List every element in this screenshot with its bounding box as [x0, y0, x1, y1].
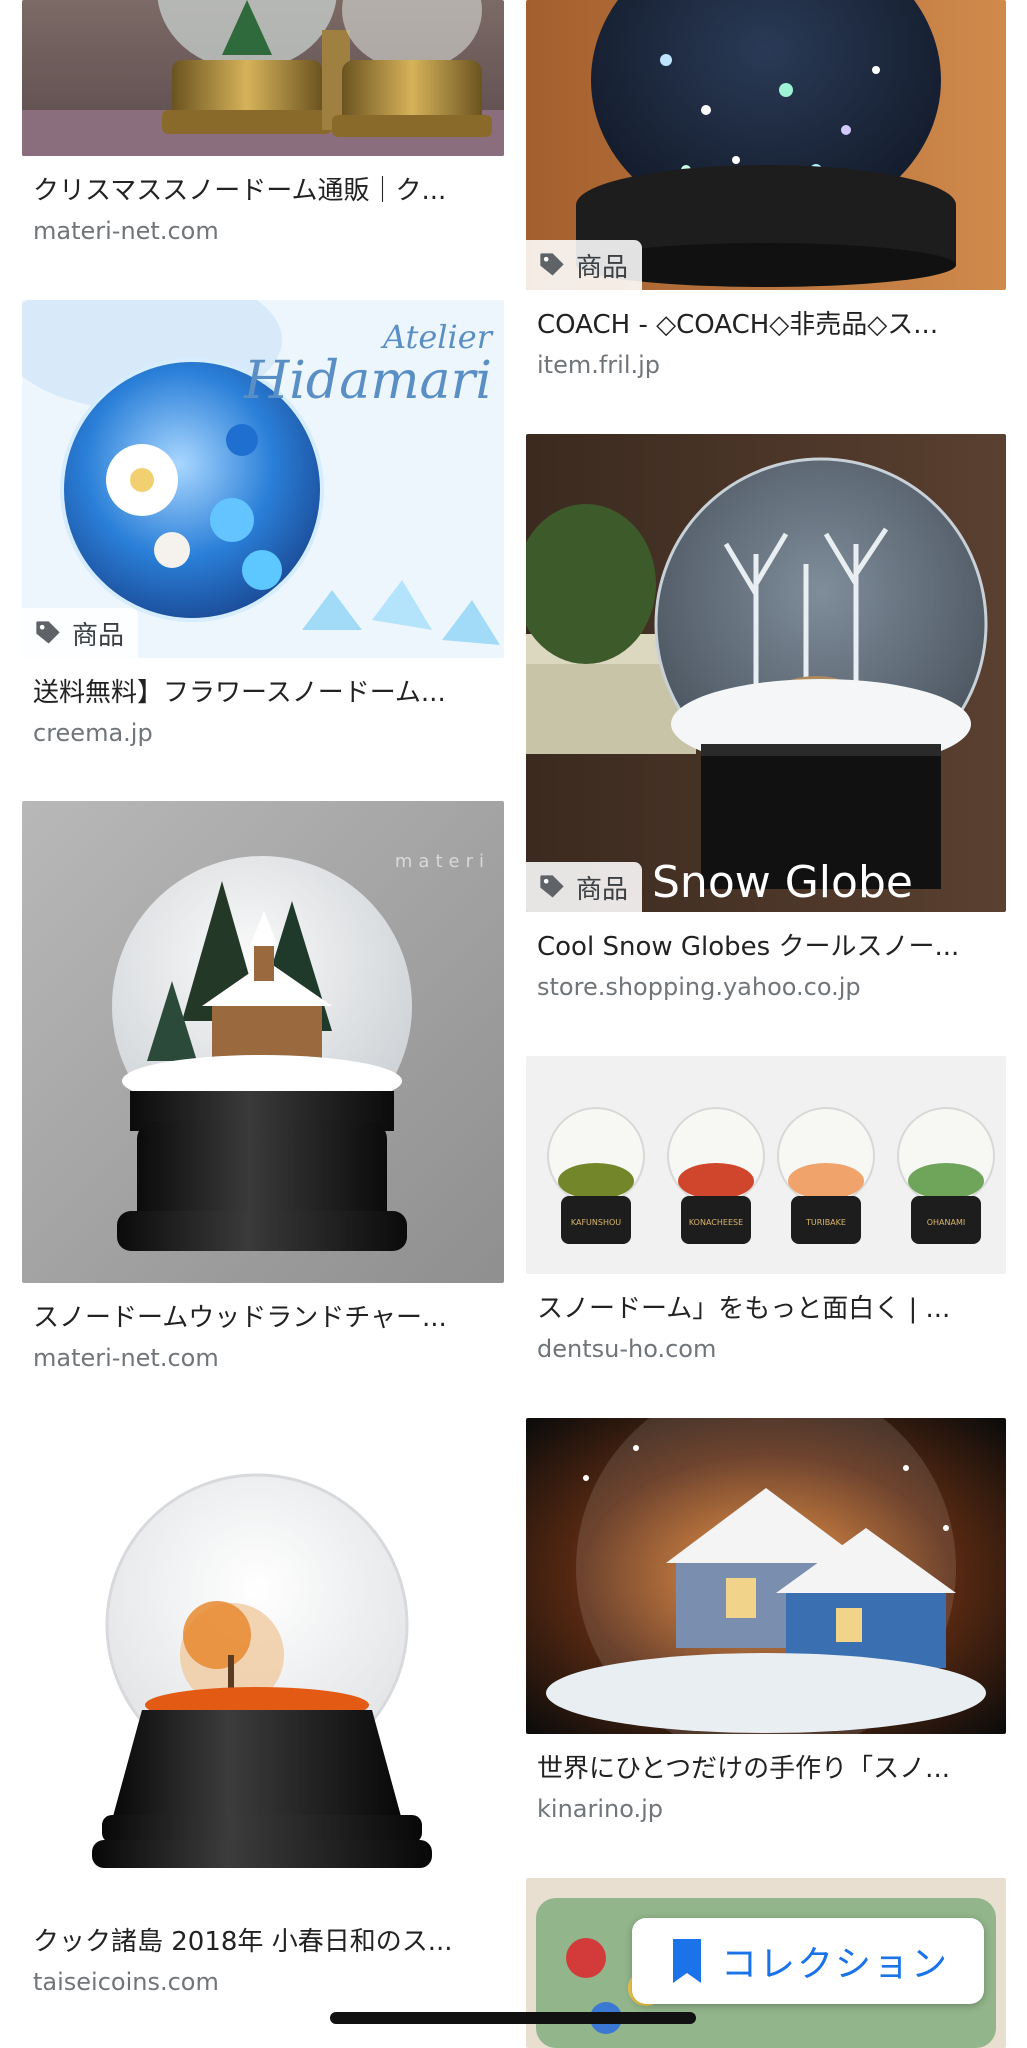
result-card[interactable]: 世界にひとつだけの手作り「スノ... kinarino.jp — [526, 1418, 1006, 1824]
snow-globe-image — [22, 801, 504, 1283]
plaque-label: KONACHEESE — [688, 1218, 744, 1227]
image-watermark: materi — [394, 851, 490, 872]
product-badge: 商品 — [526, 240, 643, 290]
result-title[interactable]: クック諸島 2018年 小春日和のス... — [33, 1925, 493, 1959]
collection-button[interactable]: コレクション — [632, 1918, 984, 2004]
tag-icon — [540, 253, 564, 276]
result-source: dentsu-ho.com — [537, 1335, 717, 1363]
result-card[interactable]: クリスマススノードーム通販｜ク... materi-net.com — [22, 0, 504, 246]
home-indicator[interactable] — [330, 2012, 696, 2024]
snow-globe-image — [22, 0, 504, 156]
result-thumbnail[interactable] — [22, 1425, 504, 1907]
product-badge: 商品 — [22, 608, 139, 658]
result-card[interactable]: クック諸島 2018年 小春日和のス... taiseicoins.com — [22, 1425, 504, 1997]
result-card[interactable]: Atelier Hidamari 商品 送料無料】フラワースノードーム... c… — [22, 300, 504, 748]
result-thumbnail[interactable]: materi — [22, 801, 504, 1283]
result-title[interactable]: Cool Snow Globes クールスノー... — [537, 930, 995, 964]
plaque-label: OHANAMI — [926, 1218, 966, 1227]
deer-globe-image — [526, 434, 1006, 912]
tag-icon — [36, 621, 60, 644]
result-title[interactable]: 世界にひとつだけの手作り「スノ... — [537, 1752, 995, 1786]
tag-icon — [540, 875, 564, 898]
result-card[interactable]: materi スノードームウッドランドチャー... materi-net.com — [22, 801, 504, 1373]
result-card[interactable]: KAFUNSHOU KONACHEESE TURIBAKE OHANAMI スノ… — [526, 1056, 1006, 1364]
product-badge: 商品 — [526, 862, 643, 912]
result-source: taiseicoins.com — [33, 1968, 219, 1996]
image-overlay-text: Snow Globe — [652, 857, 913, 908]
autumn-globe-image — [22, 1425, 504, 1907]
result-title[interactable]: クリスマススノードーム通販｜ク... — [33, 174, 493, 208]
collection-label: コレクション — [720, 1944, 949, 1985]
result-thumbnail[interactable] — [526, 1418, 1006, 1734]
badge-label: 商品 — [72, 620, 125, 651]
four-globes-image — [526, 1056, 1006, 1274]
result-thumbnail[interactable]: Atelier Hidamari 商品 — [22, 300, 504, 658]
result-title[interactable]: COACH - ◇COACH◇非売品◇ス... — [537, 308, 995, 342]
result-thumbnail[interactable]: 商品 — [526, 0, 1006, 290]
result-source: creema.jp — [33, 719, 153, 747]
result-thumbnail[interactable] — [22, 0, 504, 156]
result-thumbnail[interactable]: Snow Globe 商品 — [526, 434, 1006, 912]
result-source: item.fril.jp — [537, 351, 661, 379]
badge-label: 商品 — [576, 874, 629, 905]
result-thumbnail[interactable]: KAFUNSHOU KONACHEESE TURIBAKE OHANAMI — [526, 1056, 1006, 1274]
result-card[interactable]: Snow Globe 商品 Cool Snow Globes クールスノー...… — [526, 434, 1006, 1002]
result-card[interactable]: 商品 COACH - ◇COACH◇非売品◇ス... item.fril.jp — [526, 0, 1006, 380]
bookmark-icon — [672, 1939, 701, 1983]
plaque-label: TURIBAKE — [806, 1218, 846, 1227]
house-globe-image — [526, 1418, 1006, 1734]
result-source: materi-net.com — [33, 1344, 219, 1372]
result-source: store.shopping.yahoo.co.jp — [537, 973, 861, 1001]
result-source: kinarino.jp — [537, 1795, 664, 1823]
badge-label: 商品 — [576, 252, 629, 283]
plaque-label: KAFUNSHOU — [570, 1218, 622, 1227]
result-source: materi-net.com — [33, 217, 219, 245]
image-watermark: Atelier Hidamari — [243, 318, 492, 411]
result-title[interactable]: スノードームウッドランドチャー... — [33, 1301, 493, 1335]
result-title[interactable]: スノードーム」をもっと面白く | ... — [537, 1292, 995, 1326]
result-title[interactable]: 送料無料】フラワースノードーム... — [33, 676, 493, 710]
